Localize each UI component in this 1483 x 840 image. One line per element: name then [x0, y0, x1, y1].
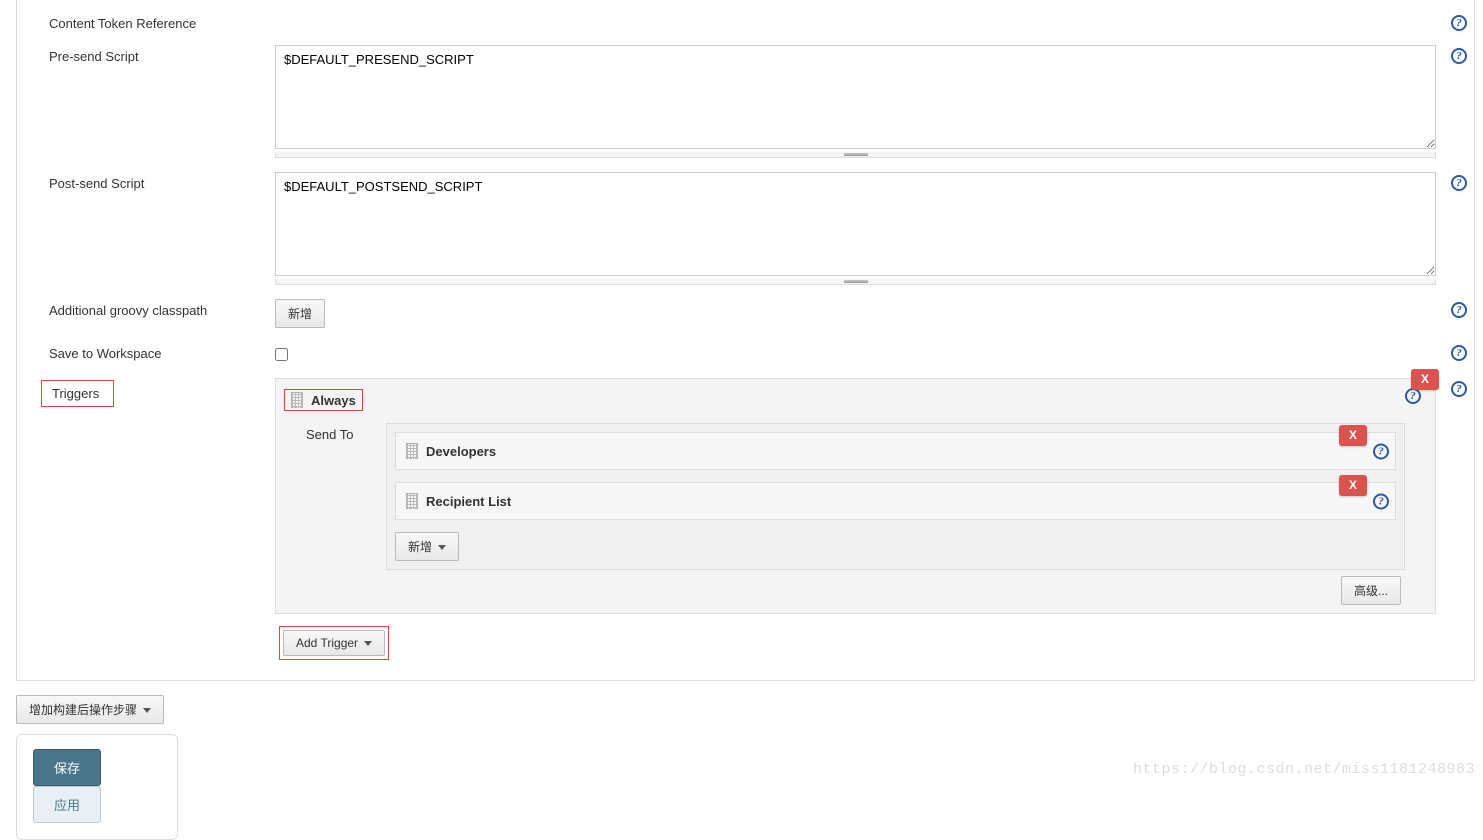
recipient-item: Recipient List X ?	[395, 482, 1396, 520]
recipient-name: Recipient List	[426, 494, 511, 509]
save-button[interactable]: 保存	[33, 749, 101, 786]
send-to-label: Send To	[306, 419, 386, 442]
label-content-token-reference: Content Token Reference	[17, 12, 275, 31]
apply-button[interactable]: 应用	[33, 786, 101, 823]
trigger-type-label: Always	[311, 393, 356, 408]
row-post-send-script: Post-send Script $DEFAULT_POSTSEND_SCRIP…	[17, 168, 1474, 289]
row-save-to-workspace: Save to Workspace ?	[17, 338, 1474, 368]
row-additional-groovy-classpath: Additional groovy classpath 新增 ?	[17, 295, 1474, 332]
save-to-workspace-checkbox[interactable]	[275, 348, 288, 361]
chevron-down-icon	[143, 708, 151, 713]
chevron-down-icon	[438, 545, 446, 550]
trigger-header: Always	[284, 387, 1405, 419]
add-post-build-label: 增加构建后操作步骤	[29, 703, 137, 717]
delete-recipient-button[interactable]: X	[1339, 475, 1367, 496]
watermark-text: https://blog.csdn.net/miss1181248983	[1133, 761, 1475, 778]
resize-handle[interactable]	[275, 279, 1436, 285]
chevron-down-icon	[364, 641, 372, 646]
label-additional-groovy-classpath: Additional groovy classpath	[17, 299, 275, 318]
delete-trigger-button[interactable]: X	[1411, 369, 1439, 390]
add-trigger-button[interactable]: Add Trigger	[283, 630, 385, 656]
drag-handle-icon[interactable]	[406, 443, 418, 459]
help-icon[interactable]: ?	[1451, 345, 1467, 361]
help-icon[interactable]: ?	[1373, 444, 1389, 460]
post-send-script-input[interactable]: $DEFAULT_POSTSEND_SCRIPT	[275, 172, 1436, 276]
add-recipient-label: 新增	[408, 540, 432, 554]
recipient-name: Developers	[426, 444, 496, 459]
help-icon[interactable]: ?	[1451, 48, 1467, 64]
label-post-send-script: Post-send Script	[17, 172, 275, 191]
footer-actions: 保存 应用	[16, 734, 178, 840]
drag-handle-icon[interactable]	[406, 493, 418, 509]
help-icon[interactable]: ?	[1451, 175, 1467, 191]
row-pre-send-script: Pre-send Script $DEFAULT_PRESEND_SCRIPT …	[17, 41, 1474, 162]
config-form-section: Content Token Reference ? Pre-send Scrip…	[16, 0, 1475, 681]
advanced-button[interactable]: 高级...	[1341, 576, 1401, 605]
add-trigger-label: Add Trigger	[296, 636, 358, 650]
row-triggers: Triggers X Always Send To	[17, 374, 1474, 674]
help-icon[interactable]: ?	[1451, 302, 1467, 318]
label-save-to-workspace: Save to Workspace	[17, 342, 275, 361]
trigger-block: X Always Send To	[275, 378, 1436, 614]
delete-recipient-button[interactable]: X	[1339, 425, 1367, 446]
label-pre-send-script: Pre-send Script	[17, 45, 275, 64]
help-icon[interactable]: ?	[1405, 388, 1421, 404]
drag-handle-icon[interactable]	[291, 392, 303, 408]
add-classpath-button[interactable]: 新增	[275, 299, 325, 328]
pre-send-script-input[interactable]: $DEFAULT_PRESEND_SCRIPT	[275, 45, 1436, 149]
add-recipient-button[interactable]: 新增	[395, 532, 459, 561]
resize-handle[interactable]	[275, 152, 1436, 158]
help-icon[interactable]: ?	[1373, 494, 1389, 510]
help-icon[interactable]: ?	[1451, 381, 1467, 397]
recipient-item: Developers X ?	[395, 432, 1396, 470]
add-post-build-step-button[interactable]: 增加构建后操作步骤	[16, 695, 164, 724]
row-content-token-reference: Content Token Reference ?	[17, 8, 1474, 35]
label-triggers: Triggers	[41, 380, 114, 407]
help-icon[interactable]: ?	[1451, 15, 1467, 31]
